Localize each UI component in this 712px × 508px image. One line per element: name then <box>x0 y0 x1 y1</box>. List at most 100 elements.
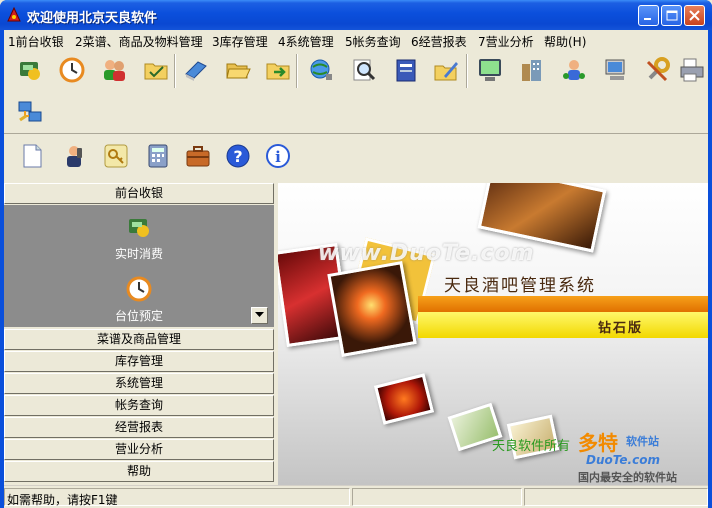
toolbar-cashier[interactable] <box>14 54 46 86</box>
folder-open-icon <box>226 63 251 79</box>
users-icon <box>104 60 125 81</box>
app-icon <box>7 7 21 22</box>
network-icon <box>18 101 42 122</box>
status-pane-main: 如需帮助，请按F1键 <box>4 488 350 507</box>
menu-help[interactable]: 帮助(H) <box>544 33 586 50</box>
toolbar-key[interactable] <box>100 140 132 172</box>
clock-icon <box>59 57 85 83</box>
cashier-icon <box>20 62 40 80</box>
menu-inventory[interactable]: 3库存管理 <box>212 33 268 50</box>
nav-section-help[interactable]: 帮助 <box>4 461 274 482</box>
close-button[interactable] <box>684 5 705 26</box>
notebook-icon <box>396 59 416 82</box>
menu-accounts[interactable]: 5帐务查询 <box>345 33 401 50</box>
nav-section-inventory[interactable]: 库存管理 <box>4 351 274 372</box>
status-bar: 如需帮助，请按F1键 <box>4 485 708 508</box>
toolbar-divider <box>4 133 708 134</box>
nav-entry-realtime[interactable]: 实时消费 <box>4 213 274 262</box>
menu-analysis[interactable]: 7营业分析 <box>478 33 534 50</box>
toolbar-monitor[interactable] <box>474 54 506 86</box>
nav-panel: 前台收银 实时消费 台位预定 菜谱及商品管理 库存管理 系统管理 帐务查询 经营… <box>4 183 274 485</box>
clock-icon <box>126 276 152 302</box>
title-bar[interactable]: 欢迎使用北京天良软件 <box>0 0 712 30</box>
toolbar-folder-open[interactable] <box>222 54 254 86</box>
banner-stripe-orange <box>418 296 708 312</box>
toolbar-folder-arrow[interactable] <box>262 54 294 86</box>
network-user-icon <box>563 60 585 80</box>
app-window: 欢迎使用北京天良软件 1前台收银 2菜谱、商品及物料管理 3库存管理 4系统管理… <box>0 0 712 508</box>
folder-arrow-icon <box>266 63 290 80</box>
minimize-button[interactable] <box>638 5 659 26</box>
key-icon <box>104 144 128 168</box>
nav-scroll-down-button[interactable] <box>251 307 268 324</box>
toolbar-separator <box>296 54 298 88</box>
toolbar-pencil-folder[interactable] <box>430 54 462 86</box>
close-icon <box>689 10 700 21</box>
toolbar-tools[interactable] <box>642 54 674 86</box>
toolbar-tertiary: ? i <box>4 136 708 176</box>
toolbar-network[interactable] <box>14 96 46 128</box>
toolbar-document[interactable] <box>16 140 48 172</box>
toolbar-notebook[interactable] <box>390 54 422 86</box>
maximize-button[interactable] <box>661 5 682 26</box>
toolbar-network-user[interactable] <box>558 54 590 86</box>
watermark-brand: 多特 <box>578 431 618 455</box>
menu-reports[interactable]: 6经营报表 <box>411 33 467 50</box>
watermark-domain: DuoTe.com <box>586 453 660 467</box>
toolbar-separator <box>174 54 176 88</box>
toolbar-briefcase[interactable] <box>182 140 214 172</box>
buildings-icon <box>522 60 541 81</box>
nav-entry-reserve[interactable]: 台位预定 <box>4 275 274 324</box>
chevron-down-icon <box>255 312 264 317</box>
computer-icon <box>605 59 625 80</box>
nav-entry-label: 实时消费 <box>114 247 163 261</box>
nav-section-cashier[interactable]: 前台收银 <box>4 183 274 204</box>
calculator-icon <box>148 144 168 168</box>
nav-section-recipes[interactable]: 菜谱及商品管理 <box>4 329 274 350</box>
pencil-folder-icon <box>434 62 458 81</box>
nav-entry-label: 台位预定 <box>114 309 163 323</box>
toolbar-folder-check[interactable] <box>140 54 172 86</box>
toolbar-buildings[interactable] <box>516 54 548 86</box>
menu-system[interactable]: 4系统管理 <box>278 33 334 50</box>
toolbar-separator <box>466 54 468 88</box>
client-area: 1前台收银 2菜谱、商品及物料管理 3库存管理 4系统管理 5帐务查询 6经营报… <box>4 30 708 508</box>
watermark-slogan: 国内最安全的软件站 <box>578 471 677 484</box>
status-text: 如需帮助，请按F1键 <box>7 493 118 507</box>
printer-icon <box>680 58 704 82</box>
globe-search-icon <box>310 59 332 80</box>
status-pane-3 <box>524 488 708 506</box>
nav-section-reports[interactable]: 经营报表 <box>4 417 274 438</box>
menu-recipes[interactable]: 2菜谱、商品及物料管理 <box>75 33 203 50</box>
toolbar-phone-user[interactable] <box>58 140 90 172</box>
toolbar-computer[interactable] <box>600 54 632 86</box>
toolbar-book[interactable] <box>180 54 212 86</box>
banner-edition: 钻石版 <box>598 321 644 336</box>
cashier-icon <box>129 219 149 237</box>
toolbar-calculator[interactable] <box>142 140 174 172</box>
help-icon: ? <box>226 144 250 168</box>
banner-title: 天良酒吧管理系统 <box>444 276 596 296</box>
status-pane-2 <box>352 488 522 506</box>
toolbar-help[interactable]: ? <box>222 140 254 172</box>
toolbar-main <box>4 50 708 90</box>
toolbar-users[interactable] <box>98 54 130 86</box>
toolbar-printer[interactable] <box>676 54 708 86</box>
photo-neon-sign <box>373 373 435 425</box>
toolbar-info[interactable]: i <box>262 140 294 172</box>
nav-section-system[interactable]: 系统管理 <box>4 373 274 394</box>
menu-cashier[interactable]: 1前台收银 <box>8 33 64 50</box>
monitor-icon <box>479 59 501 81</box>
toolbar-magnifier[interactable] <box>348 54 380 86</box>
folder-check-icon <box>144 63 168 80</box>
toolbar-secondary <box>4 92 50 132</box>
nav-section-analysis[interactable]: 营业分析 <box>4 439 274 460</box>
banner-stripe-yellow <box>418 312 708 338</box>
window-title: 欢迎使用北京天良软件 <box>27 11 158 26</box>
nav-section-accounts[interactable]: 帐务查询 <box>4 395 274 416</box>
toolbar-globe-search[interactable] <box>306 54 338 86</box>
nav-section-body: 实时消费 台位预定 <box>4 205 274 327</box>
menu-bar: 1前台收银 2菜谱、商品及物料管理 3库存管理 4系统管理 5帐务查询 6经营报… <box>4 30 708 50</box>
toolbar-reserve[interactable] <box>56 54 88 86</box>
maximize-icon <box>666 10 678 21</box>
